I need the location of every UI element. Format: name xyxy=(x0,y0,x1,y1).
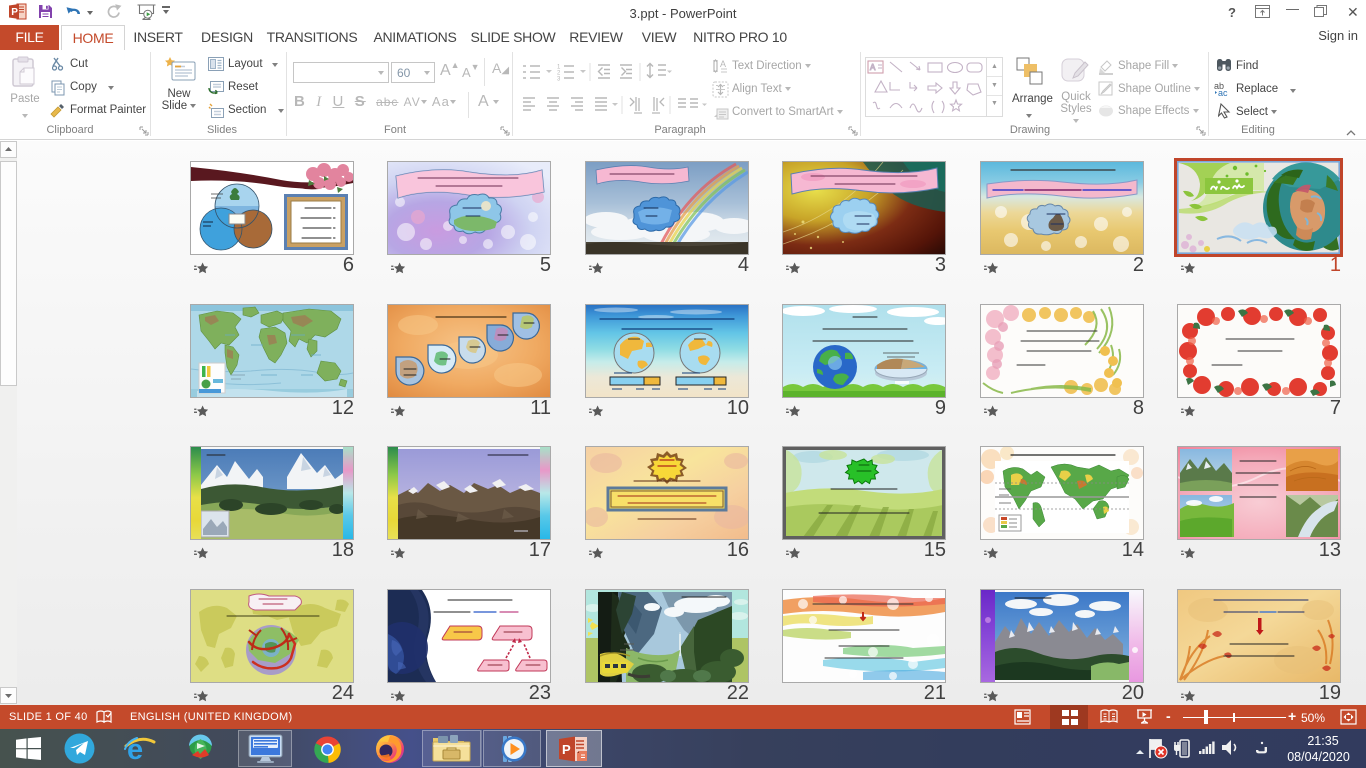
svg-text:3: 3 xyxy=(557,77,561,83)
svg-text:A: A xyxy=(870,63,876,72)
svg-text:P: P xyxy=(562,742,571,757)
svg-text:A: A xyxy=(720,59,726,69)
svg-text:ac: ac xyxy=(1218,88,1228,97)
